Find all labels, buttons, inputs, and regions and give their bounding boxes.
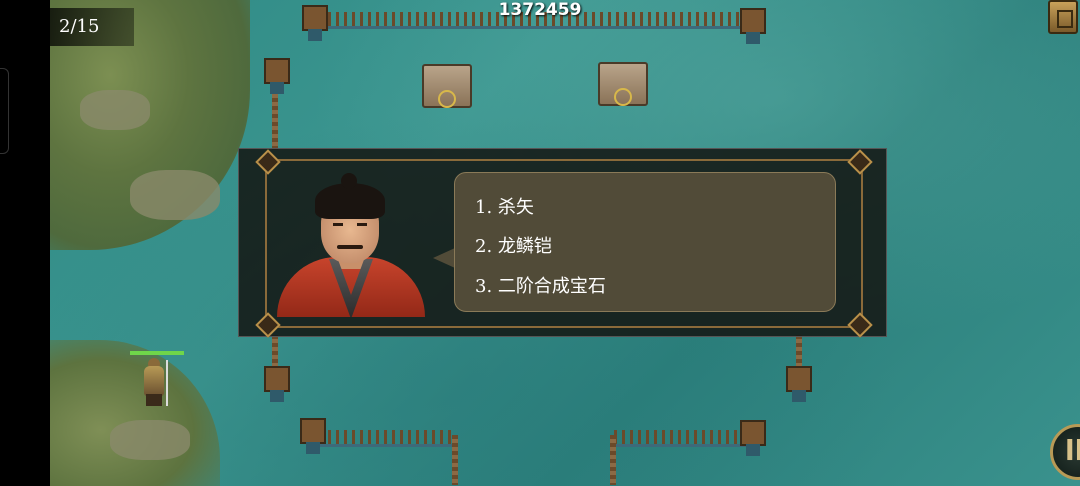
portrait-eye — [333, 223, 343, 226]
scroll-icon[interactable] — [1048, 0, 1078, 34]
rock — [130, 170, 220, 220]
watchtower[interactable] — [300, 418, 326, 454]
reward-option-2[interactable]: 2. 龙鳞铠 — [475, 232, 552, 258]
soldier-armor — [144, 366, 164, 396]
fence-bottom-left — [312, 430, 456, 447]
watchtower[interactable] — [264, 366, 290, 402]
speech-bubble-tail — [433, 248, 455, 268]
player-soldier[interactable] — [136, 358, 172, 408]
camp-platform[interactable] — [422, 64, 472, 108]
reward-option-1[interactable]: 1. 杀矢 — [475, 193, 534, 219]
fence-post — [610, 435, 616, 485]
turn-counter: 2/15 — [50, 8, 134, 46]
watchtower[interactable] — [786, 366, 812, 402]
watchtower[interactable] — [740, 420, 766, 456]
score-display: 1372459 — [498, 0, 582, 20]
rock — [80, 90, 150, 130]
fence-bottom-right — [614, 430, 758, 447]
portrait-topknot — [341, 173, 357, 189]
spear-icon — [166, 360, 168, 406]
rock — [110, 420, 190, 460]
general-portrait — [277, 173, 425, 317]
side-indicator — [0, 68, 9, 154]
camp-platform[interactable] — [598, 62, 648, 106]
watchtower[interactable] — [264, 58, 290, 94]
portrait-moustache — [337, 245, 363, 249]
frame-corner-ornament — [255, 149, 281, 175]
fence-left — [272, 90, 278, 150]
pause-icon: ll — [1065, 434, 1080, 467]
unit-hp-bar — [130, 351, 184, 355]
frame-corner-ornament — [847, 149, 873, 175]
soldier-legs — [146, 394, 162, 406]
portrait-eye — [357, 223, 367, 226]
device-bezel — [0, 0, 50, 486]
land-bottom-left — [50, 340, 220, 486]
frame-corner-ornament — [847, 312, 873, 338]
reward-option-3[interactable]: 3. 二阶合成宝石 — [475, 272, 606, 298]
unit-hp-fill — [130, 351, 184, 355]
fence-post — [452, 435, 458, 485]
